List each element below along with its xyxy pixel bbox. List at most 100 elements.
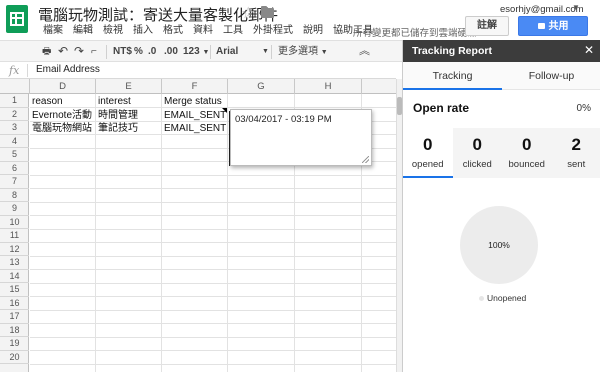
- resize-handle-icon[interactable]: [362, 156, 369, 163]
- number-format-button[interactable]: 123 ▼: [183, 44, 209, 59]
- row-header-13[interactable]: 13: [0, 256, 29, 270]
- note-text[interactable]: 03/04/2017 - 03:19 PM: [235, 114, 332, 125]
- stat-clicked-value: 0: [472, 135, 482, 154]
- paint-format-icon[interactable]: ⌐: [91, 44, 97, 59]
- cell-d1[interactable]: reason: [30, 95, 95, 108]
- tab-tracking[interactable]: Tracking: [403, 62, 502, 90]
- tab-follow-up[interactable]: Follow-up: [502, 62, 600, 90]
- print-icon[interactable]: 🖶: [42, 44, 51, 59]
- column-header-g[interactable]: G: [228, 79, 295, 94]
- stat-sent[interactable]: 2 sent: [552, 128, 600, 178]
- undo-icon[interactable]: ↶: [58, 44, 68, 59]
- cell-e2[interactable]: 時間管理: [96, 109, 161, 122]
- menu-addons[interactable]: 外掛程式: [248, 24, 298, 38]
- font-select[interactable]: Arial: [216, 44, 238, 59]
- row-header-11[interactable]: 11: [0, 229, 29, 243]
- percent-button[interactable]: %: [134, 44, 143, 59]
- cell-note-popup[interactable]: 03/04/2017 - 03:19 PM: [230, 109, 372, 166]
- row-header-6[interactable]: 6: [0, 162, 29, 175]
- cell-f2[interactable]: EMAIL_SENT: [162, 109, 227, 122]
- stat-clicked[interactable]: 0 clicked: [453, 128, 503, 178]
- select-all-corner[interactable]: [0, 79, 30, 94]
- sidebar-title: Tracking Report: [412, 45, 492, 57]
- row-header-4[interactable]: 4: [0, 135, 29, 148]
- legend-swatch: [479, 296, 484, 301]
- fx-icon: fx: [9, 64, 20, 77]
- column-header-f[interactable]: F: [162, 79, 228, 94]
- stat-bounced[interactable]: 0 bounced: [502, 128, 552, 178]
- menu-file[interactable]: 檔案: [38, 24, 68, 38]
- pie-data-label: 100%: [488, 240, 510, 250]
- star-icon[interactable]: ☆: [241, 3, 255, 23]
- increase-decimal-button[interactable]: .00: [164, 44, 178, 59]
- font-label: Arial: [216, 46, 239, 57]
- app-header: 電腦玩物測試：寄送大量客製化郵件 ☆ 檔案 編輯 檢視 插入 格式 資料 工具 …: [0, 0, 600, 40]
- sheets-logo-icon[interactable]: [6, 5, 28, 33]
- cells-area[interactable]: reason interest Merge status Evernote活動 …: [30, 94, 396, 372]
- menu-insert[interactable]: 插入: [128, 24, 158, 38]
- chevron-down-icon: ▼: [202, 49, 210, 56]
- row-header-17[interactable]: 17: [0, 310, 29, 324]
- note-indicator[interactable]: [222, 108, 227, 113]
- share-button[interactable]: 共用: [518, 16, 588, 36]
- menu-edit[interactable]: 編輯: [68, 24, 98, 38]
- row-header-2[interactable]: 2: [0, 108, 29, 121]
- row-header-9[interactable]: 9: [0, 202, 29, 216]
- menu-format[interactable]: 格式: [158, 24, 188, 38]
- comment-button[interactable]: 註解: [465, 16, 509, 36]
- row-header-18[interactable]: 18: [0, 324, 29, 337]
- sidebar-header: Tracking Report ✕: [403, 40, 600, 62]
- tracking-report-sidebar: Tracking Report ✕ Tracking Follow-up Ope…: [402, 40, 600, 372]
- column-header-e[interactable]: E: [96, 79, 162, 94]
- more-options-button[interactable]: 更多選項 ▼: [278, 44, 328, 59]
- redo-icon[interactable]: ↷: [74, 44, 84, 59]
- cell-f3[interactable]: EMAIL_SENT: [162, 122, 227, 135]
- row-header-16[interactable]: 16: [0, 297, 29, 310]
- active-tab-indicator: [403, 88, 502, 90]
- chevron-down-icon[interactable]: ▼: [262, 44, 269, 59]
- row-header-19[interactable]: 19: [0, 337, 29, 351]
- menu-view[interactable]: 檢視: [98, 24, 128, 38]
- cell-f1[interactable]: Merge status: [162, 95, 227, 108]
- stat-opened[interactable]: 0 opened: [403, 128, 453, 178]
- cell-e3[interactable]: 筆記技巧: [96, 122, 161, 135]
- row-header-15[interactable]: 15: [0, 283, 29, 297]
- currency-button[interactable]: NT$: [113, 44, 132, 59]
- stat-sent-label: sent: [567, 159, 586, 170]
- row-header-8[interactable]: 8: [0, 189, 29, 202]
- row-header-10[interactable]: 10: [0, 216, 29, 229]
- stat-clicked-label: clicked: [462, 159, 492, 170]
- open-rate-row: Open rate 0%: [403, 98, 600, 120]
- row-header-1[interactable]: 1: [0, 94, 29, 108]
- column-headers: D E F G H: [0, 79, 396, 94]
- row-header-7[interactable]: 7: [0, 175, 29, 189]
- cell-d2[interactable]: Evernote活動: [30, 109, 95, 122]
- menu-data[interactable]: 資料: [188, 24, 218, 38]
- collapse-toolbar-icon[interactable]: ︽: [359, 44, 370, 59]
- decrease-decimal-button[interactable]: .0: [148, 44, 156, 59]
- cell-d3[interactable]: 電腦玩物網站: [30, 122, 95, 135]
- row-header-5[interactable]: 5: [0, 148, 29, 162]
- chevron-down-icon: ▼: [320, 49, 328, 56]
- column-header-d[interactable]: D: [30, 79, 96, 94]
- row-header-3[interactable]: 3: [0, 121, 29, 135]
- chart-legend: Unopened: [479, 293, 526, 303]
- cell-e1[interactable]: interest: [96, 95, 161, 108]
- row-header-20[interactable]: 20: [0, 351, 29, 364]
- stats-bar: 0 opened 0 clicked 0 bounced 2 sent: [403, 128, 600, 178]
- menu-bar: 檔案 編輯 檢視 插入 格式 資料 工具 外掛程式 說明 協助工具: [38, 24, 378, 38]
- close-icon[interactable]: ✕: [584, 43, 594, 57]
- sidebar-tabs: Tracking Follow-up: [403, 62, 600, 90]
- row-header-14[interactable]: 14: [0, 270, 29, 283]
- formula-input[interactable]: Email Address: [36, 64, 100, 75]
- stat-bounced-label: bounced: [508, 159, 545, 170]
- column-header-h[interactable]: H: [295, 79, 362, 94]
- open-rate-value: 0%: [576, 103, 591, 114]
- row-header-12[interactable]: 12: [0, 243, 29, 256]
- toolbar: 🖶 ↶ ↷ ⌐ NT$ % .0 .00 123 ▼ Arial ▼ 更多選項 …: [0, 40, 402, 62]
- menu-help[interactable]: 說明: [298, 24, 328, 38]
- spreadsheet-grid: D E F G H 1 2 3 4 5 6 7 8 9 10 11 12 13 14 15 16 17 18 19 2…: [0, 79, 396, 372]
- folder-icon[interactable]: [261, 6, 274, 18]
- menu-tools[interactable]: 工具: [218, 24, 248, 38]
- account-dropdown-icon[interactable]: ▼: [572, 3, 580, 12]
